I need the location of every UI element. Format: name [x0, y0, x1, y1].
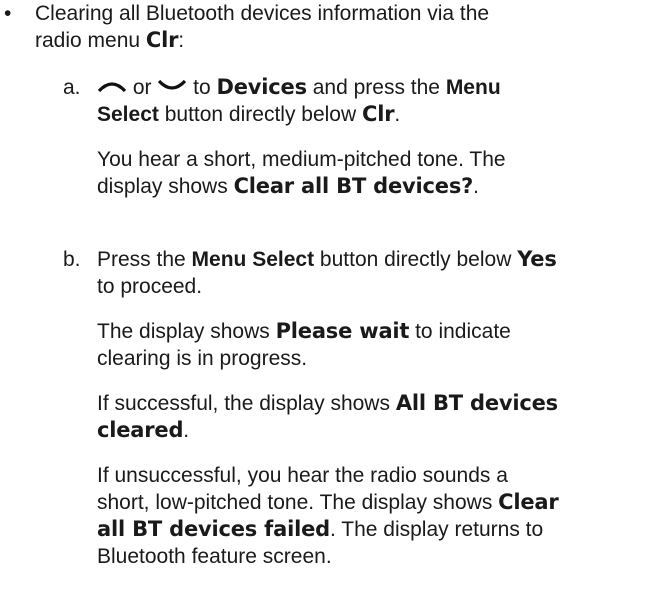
display-shows-text: display shows [97, 175, 234, 198]
fail-line-2: short, low-pitched tone. The display sho… [97, 489, 559, 516]
intro-line-2: radio menu Clr: [35, 27, 184, 54]
step-a-letter: a. [63, 76, 81, 99]
wait-line-1: The display shows Please wait to indicat… [97, 318, 511, 345]
intro-text: radio menu [35, 29, 146, 52]
fail-line-1: If unsuccessful, you hear the radio soun… [97, 464, 508, 487]
chevron-up-icon [97, 73, 127, 100]
select-label: Select [97, 103, 159, 126]
devices-display-text: Devices [216, 75, 308, 99]
please-wait-text: Please wait [275, 319, 410, 343]
menu-label: Menu [445, 76, 501, 99]
and-press-text: and press the [306, 76, 446, 99]
intro-colon: : [178, 29, 185, 52]
yes-display-text: Yes [517, 247, 557, 271]
fail-line-4: Bluetooth feature screen. [97, 545, 332, 568]
step-a-line-2: Select button directly below Clr. [97, 101, 400, 128]
to-text: to [187, 76, 217, 99]
returns-text: . The display returns to [329, 518, 544, 541]
fail-line-3: all BT devices failed. The display retur… [97, 516, 543, 543]
display-shows-text: The display shows [97, 320, 276, 343]
success-text: If successful, the display shows [97, 392, 396, 415]
step-b-line-1: Press the Menu Select button directly be… [97, 246, 557, 273]
intro-line-1: Clearing all Bluetooth devices informati… [35, 2, 490, 25]
menu-select-label: Menu Select [191, 248, 315, 271]
below-text: button directly below [158, 103, 362, 126]
period: . [473, 175, 479, 198]
clr-display-text: Clr [145, 28, 179, 52]
clear-display-text: Clear [498, 490, 559, 514]
cleared-text: cleared [97, 418, 184, 442]
step-b-letter: b. [63, 248, 81, 271]
all-bt-devices-text: All BT devices [395, 391, 558, 415]
success-line-2: cleared. [97, 417, 189, 444]
below-text: button directly below [314, 248, 518, 271]
period: . [394, 103, 401, 126]
indicate-text: to indicate [409, 320, 511, 343]
clr-display-text-a: Clr [361, 102, 395, 126]
step-b-line-2: to proceed. [97, 275, 203, 298]
period: . [183, 419, 190, 442]
or-text: or [127, 76, 158, 99]
failed-display-text: all BT devices failed [97, 517, 330, 541]
clear-all-prompt: Clear all BT devices? [233, 174, 474, 198]
tone-line-1: You hear a short, medium-pitched tone. T… [97, 148, 506, 171]
fail-text: short, low-pitched tone. The display sho… [97, 491, 499, 514]
wait-line-2: clearing is in progress. [97, 347, 308, 370]
press-text: Press the [97, 248, 192, 271]
step-a-line-1: or to Devices and press the Menu [97, 74, 501, 102]
chevron-down-icon [157, 73, 187, 100]
tone-line-2: display shows Clear all BT devices?. [97, 173, 479, 200]
success-line-1: If successful, the display shows All BT … [97, 390, 558, 417]
bullet: • [4, 2, 12, 25]
